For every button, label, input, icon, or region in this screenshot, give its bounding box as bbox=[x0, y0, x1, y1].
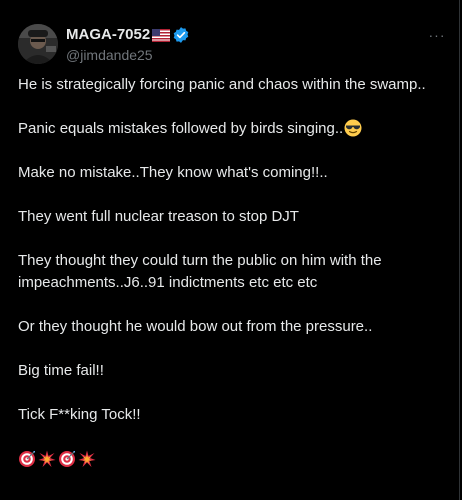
avatar[interactable] bbox=[18, 24, 58, 64]
post-line-with-emoji: Panic equals mistakes followed by birds … bbox=[18, 118, 438, 140]
verified-badge-icon[interactable] bbox=[172, 26, 190, 44]
post-line: They thought they could turn the public … bbox=[18, 252, 382, 291]
tweet-text: He is strategically forcing panic and ch… bbox=[18, 74, 438, 470]
post-line: Make no mistake..They know what's coming… bbox=[18, 164, 328, 181]
display-name[interactable]: MAGA-7052 bbox=[66, 26, 150, 44]
explosion-emoji-icon bbox=[78, 450, 96, 468]
post-line: Or they thought he would bow out from th… bbox=[18, 318, 373, 335]
author-names: MAGA-7052 @jimdande25 bbox=[66, 26, 190, 64]
target-emoji-icon bbox=[58, 450, 76, 468]
name-row: MAGA-7052 bbox=[66, 26, 190, 44]
tweet-header: MAGA-7052 @jimdande25 ··· bbox=[18, 24, 448, 68]
tweet-card: MAGA-7052 @jimdande25 ··· He is strategi… bbox=[0, 0, 460, 500]
more-options-icon[interactable]: ··· bbox=[426, 24, 448, 46]
post-line: They went full nuclear treason to stop D… bbox=[18, 208, 299, 225]
post-line: Panic equals mistakes followed by birds … bbox=[18, 120, 344, 137]
sunglasses-emoji-icon bbox=[344, 119, 362, 137]
explosion-emoji-icon bbox=[38, 450, 56, 468]
us-flag-icon bbox=[152, 28, 171, 42]
post-line: Big time fail!! bbox=[18, 362, 104, 379]
footer-emojis bbox=[18, 448, 438, 470]
author-handle[interactable]: @jimdande25 bbox=[66, 46, 190, 64]
target-emoji-icon bbox=[18, 450, 36, 468]
post-line: He is strategically forcing panic and ch… bbox=[18, 76, 426, 93]
post-line: Tick F**king Tock!! bbox=[18, 406, 141, 423]
